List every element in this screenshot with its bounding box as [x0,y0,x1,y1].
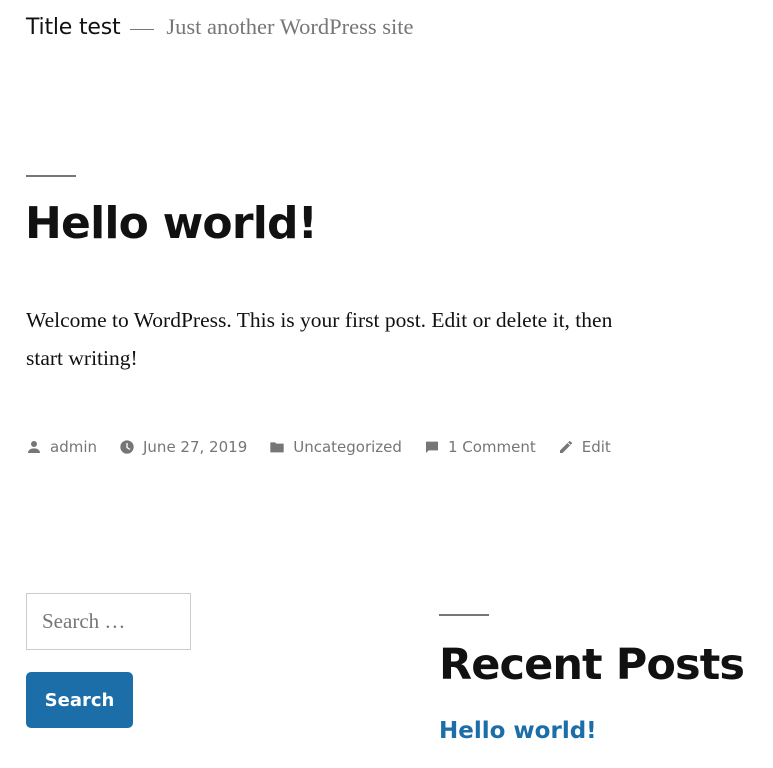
post-category-link[interactable]: Uncategorized [269,438,402,456]
post-author-link[interactable]: admin [26,438,97,456]
post-title: Hello world! [25,198,318,249]
post-comments-link[interactable]: 1 Comment [424,438,536,456]
recent-post-link[interactable]: Hello world! [439,718,597,744]
post-content: Welcome to WordPress. This is your first… [26,308,613,370]
folder-icon [270,442,284,453]
post-date-link[interactable]: June 27, 2019 [119,438,247,456]
post-edit: Edit [581,438,611,456]
post-category: Uncategorized [293,438,402,456]
post-author: admin [50,438,97,456]
search-input[interactable] [26,593,191,650]
recent-posts-title: Recent Posts [439,640,745,690]
title-separator [130,28,155,30]
site-title-link[interactable]: Title test [26,15,121,40]
post-date: June 27, 2019 [143,438,248,456]
post-meta: admin June 27, 2019 Uncategorized 1 Comm… [26,435,633,459]
search-button[interactable]: Search [26,672,133,728]
person-icon [28,441,40,453]
post-edit-link[interactable]: Edit [558,438,611,456]
widget-title-divider [439,614,489,616]
entry-title-divider [26,175,76,177]
clock-icon [120,440,134,454]
site-header: Title test Just another WordPress site [26,10,414,44]
comment-icon [425,441,438,453]
post-comments: 1 Comment [447,438,536,456]
site-tagline: Just another WordPress site [166,14,414,39]
pencil-icon [559,441,572,453]
